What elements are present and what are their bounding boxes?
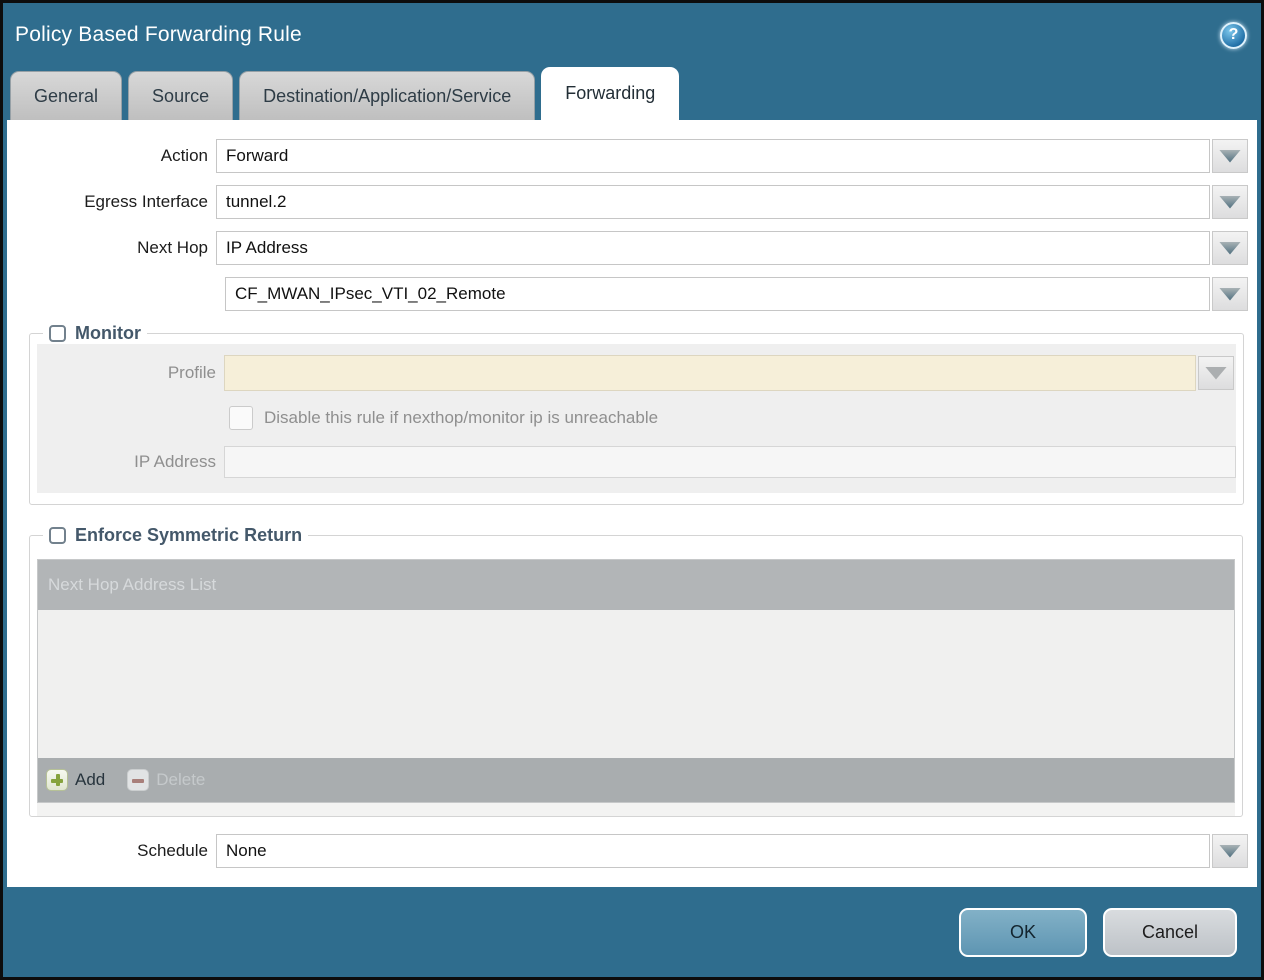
tab-bar: General Source Destination/Application/S… xyxy=(3,67,1261,120)
ok-button[interactable]: OK xyxy=(959,908,1087,957)
help-icon[interactable]: ? xyxy=(1220,22,1247,49)
enforce-symmetric-return-section: Enforce Symmetric Return Next Hop Addres… xyxy=(29,525,1243,817)
action-label: Action xyxy=(7,146,216,166)
chevron-down-icon xyxy=(1219,196,1241,209)
next-hop-type-dropdown-button[interactable] xyxy=(1212,231,1248,265)
chevron-down-icon xyxy=(1219,288,1241,301)
monitor-ip-row: IP Address xyxy=(37,446,1236,478)
monitor-ip-input xyxy=(224,446,1236,478)
profile-select xyxy=(224,355,1196,391)
egress-interface-select[interactable]: tunnel.2 xyxy=(216,185,1210,219)
chevron-down-icon xyxy=(1219,845,1241,858)
tab-forwarding[interactable]: Forwarding xyxy=(541,67,679,120)
delete-button-label: Delete xyxy=(156,770,205,790)
table-header-next-hop-address-list: Next Hop Address List xyxy=(38,560,1234,610)
cancel-button[interactable]: Cancel xyxy=(1103,908,1237,957)
enforce-symmetric-return-checkbox[interactable] xyxy=(49,527,66,544)
dialog-footer: OK Cancel xyxy=(3,887,1261,977)
enforce-legend-label: Enforce Symmetric Return xyxy=(75,525,302,546)
pbf-rule-dialog: Policy Based Forwarding Rule ? General S… xyxy=(0,0,1264,980)
schedule-dropdown-button[interactable] xyxy=(1212,834,1248,868)
dialog-title: Policy Based Forwarding Rule xyxy=(15,23,302,47)
chevron-down-icon xyxy=(1219,242,1241,255)
chevron-down-icon xyxy=(1219,150,1241,163)
schedule-select[interactable]: None xyxy=(216,834,1210,868)
table-toolbar: Add Delete xyxy=(38,758,1234,802)
disable-rule-checkbox xyxy=(229,406,253,430)
tab-source[interactable]: Source xyxy=(128,71,233,120)
tab-general[interactable]: General xyxy=(10,71,122,120)
next-hop-type-value: IP Address xyxy=(226,238,308,258)
add-button[interactable]: Add xyxy=(46,769,105,791)
add-plus-icon xyxy=(46,769,68,791)
table-bottom-strip xyxy=(37,803,1235,816)
monitor-ip-label: IP Address xyxy=(37,452,224,472)
egress-interface-dropdown-button[interactable] xyxy=(1212,185,1248,219)
egress-interface-label: Egress Interface xyxy=(7,192,216,212)
disable-rule-row: Disable this rule if nexthop/monitor ip … xyxy=(229,406,1236,430)
monitor-legend-label: Monitor xyxy=(75,323,141,344)
tab-destination-application-service[interactable]: Destination/Application/Service xyxy=(239,71,535,120)
next-hop-row: Next Hop IP Address xyxy=(7,231,1257,265)
monitor-panel: Profile Disable this rule if nexthop/mon… xyxy=(37,344,1236,493)
action-select[interactable]: Forward xyxy=(216,139,1210,173)
disable-rule-label: Disable this rule if nexthop/monitor ip … xyxy=(264,408,658,428)
dialog-titlebar: Policy Based Forwarding Rule ? xyxy=(3,3,1261,67)
profile-label: Profile xyxy=(37,363,224,383)
next-hop-label: Next Hop xyxy=(7,238,216,258)
monitor-section: Monitor Profile Disable this rule if nex… xyxy=(29,323,1244,505)
profile-dropdown-button xyxy=(1198,356,1234,390)
next-hop-address-select[interactable]: CF_MWAN_IPsec_VTI_02_Remote xyxy=(225,277,1210,311)
delete-button: Delete xyxy=(127,769,205,791)
chevron-down-icon xyxy=(1205,367,1227,380)
table-body-empty xyxy=(38,610,1234,758)
action-dropdown-button[interactable] xyxy=(1212,139,1248,173)
next-hop-type-select[interactable]: IP Address xyxy=(216,231,1210,265)
egress-interface-value: tunnel.2 xyxy=(226,192,287,212)
profile-row: Profile xyxy=(37,355,1236,391)
schedule-label: Schedule xyxy=(7,841,216,861)
enforce-legend: Enforce Symmetric Return xyxy=(43,525,308,546)
next-hop-address-value: CF_MWAN_IPsec_VTI_02_Remote xyxy=(235,284,506,304)
schedule-row: Schedule None xyxy=(7,834,1257,868)
schedule-value: None xyxy=(226,841,267,861)
monitor-legend: Monitor xyxy=(43,323,147,344)
monitor-checkbox[interactable] xyxy=(49,325,66,342)
egress-interface-row: Egress Interface tunnel.2 xyxy=(7,185,1257,219)
next-hop-address-row: CF_MWAN_IPsec_VTI_02_Remote xyxy=(7,277,1257,311)
forwarding-tab-panel: Action Forward Egress Interface tunnel.2… xyxy=(7,120,1257,887)
next-hop-address-list-table: Next Hop Address List Add Delete xyxy=(37,559,1235,803)
add-button-label: Add xyxy=(75,770,105,790)
action-value: Forward xyxy=(226,146,288,166)
action-row: Action Forward xyxy=(7,139,1257,173)
delete-minus-icon xyxy=(127,769,149,791)
next-hop-address-dropdown-button[interactable] xyxy=(1212,277,1248,311)
